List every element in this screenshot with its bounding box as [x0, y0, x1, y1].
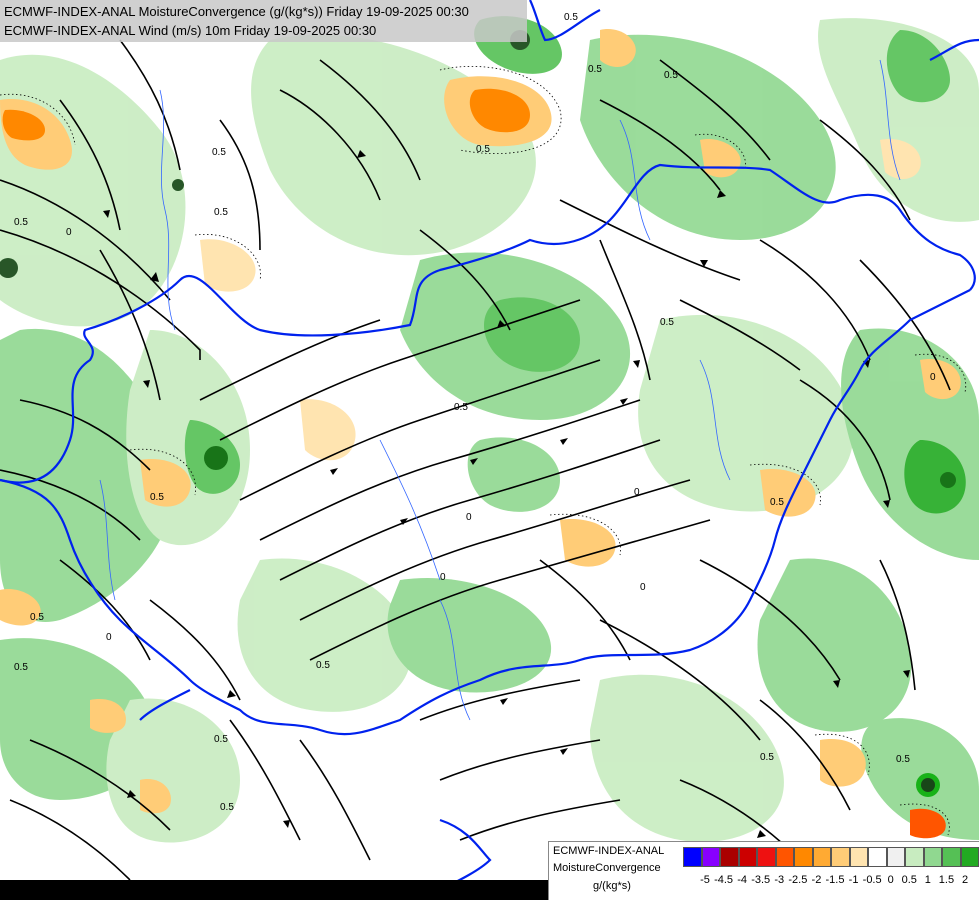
- contour-label: 0.5: [14, 662, 28, 673]
- legend-tick-labels: -5 -4.5 -4 -3.5 -3 -2.5 -2 -1.5 -1 -0.5 0 0.5 1 1.5 2: [683, 874, 973, 888]
- map-title-box: ECMWF-INDEX-ANAL MoistureConvergence (g/…: [0, 0, 527, 42]
- legend-swatch: [868, 847, 887, 867]
- contour-label: 0.5: [30, 612, 44, 623]
- legend-tick: -3: [774, 874, 785, 886]
- legend-tick: 1: [924, 874, 931, 886]
- contour-label: 0: [634, 487, 640, 498]
- legend-swatch: [738, 847, 757, 867]
- contour-label: 0.5: [760, 752, 774, 763]
- contour-label: 0: [930, 372, 936, 383]
- legend-units: g/(kg*s): [593, 880, 631, 892]
- contour-label: 0: [440, 572, 446, 583]
- contour-label: 0.5: [150, 492, 164, 503]
- legend-tick: -1.5: [825, 874, 845, 886]
- color-legend: ECMWF-INDEX-ANAL MoistureConvergence g/(…: [548, 841, 979, 900]
- bottom-black-bar: [0, 880, 548, 900]
- legend-swatch: [794, 847, 813, 867]
- contour-label: 0.5: [896, 754, 910, 765]
- legend-swatch: [757, 847, 776, 867]
- contour-label: 0.5: [770, 497, 784, 508]
- contour-label: 0.5: [220, 802, 234, 813]
- legend-tick: -4: [737, 874, 748, 886]
- contour-label: 0.5: [476, 144, 490, 155]
- contour-label: 0.5: [564, 12, 578, 23]
- legend-swatch: [923, 847, 942, 867]
- legend-swatch: [683, 847, 702, 867]
- contour-label: 0.5: [214, 207, 228, 218]
- contour-label: 0: [106, 632, 112, 643]
- contour-label: 0: [640, 582, 646, 593]
- legend-tick: 0.5: [901, 874, 917, 886]
- legend-tick: -2: [811, 874, 822, 886]
- legend-swatch: [720, 847, 739, 867]
- contour-label: 0: [466, 512, 472, 523]
- contour-label: 0.5: [316, 660, 330, 671]
- legend-swatch: [831, 847, 850, 867]
- legend-swatch: [886, 847, 905, 867]
- weather-map: 0.5 0 0.5 0.5 0.5 0.5 0.5 0.5 0.5 0 0 0 …: [0, 0, 979, 900]
- title-wind: ECMWF-INDEX-ANAL Wind (m/s) 10m Friday 1…: [4, 23, 377, 38]
- legend-swatch: [942, 847, 961, 867]
- legend-tick: -4.5: [714, 874, 734, 886]
- legend-tick: -1: [848, 874, 859, 886]
- legend-tick: -3.5: [751, 874, 771, 886]
- legend-tick: 0: [887, 874, 894, 886]
- title-moisture-convergence: ECMWF-INDEX-ANAL MoistureConvergence (g/…: [4, 4, 469, 19]
- legend-swatch: [905, 847, 924, 867]
- legend-swatch: [849, 847, 868, 867]
- legend-tick: -0.5: [862, 874, 882, 886]
- contour-label: 0.5: [588, 64, 602, 75]
- contour-label: 0.5: [454, 402, 468, 413]
- contour-label: 0: [66, 227, 72, 238]
- contour-label: 0.5: [212, 147, 226, 158]
- legend-tick: 1.5: [938, 874, 955, 886]
- legend-color-bar: [683, 847, 979, 867]
- legend-source: ECMWF-INDEX-ANAL: [553, 845, 665, 857]
- legend-swatch: [701, 847, 720, 867]
- legend-swatch: [775, 847, 794, 867]
- legend-tick: -2.5: [788, 874, 808, 886]
- contour-label: 0.5: [660, 317, 674, 328]
- legend-swatch: [812, 847, 831, 867]
- contour-label: 0.5: [14, 217, 28, 228]
- legend-tick: -5: [700, 874, 710, 886]
- contour-label: 0.5: [214, 734, 228, 745]
- legend-swatch: [960, 847, 979, 867]
- legend-tick: 2: [961, 874, 969, 886]
- contour-label: 0.5: [664, 70, 678, 81]
- legend-variable: MoistureConvergence: [553, 862, 661, 874]
